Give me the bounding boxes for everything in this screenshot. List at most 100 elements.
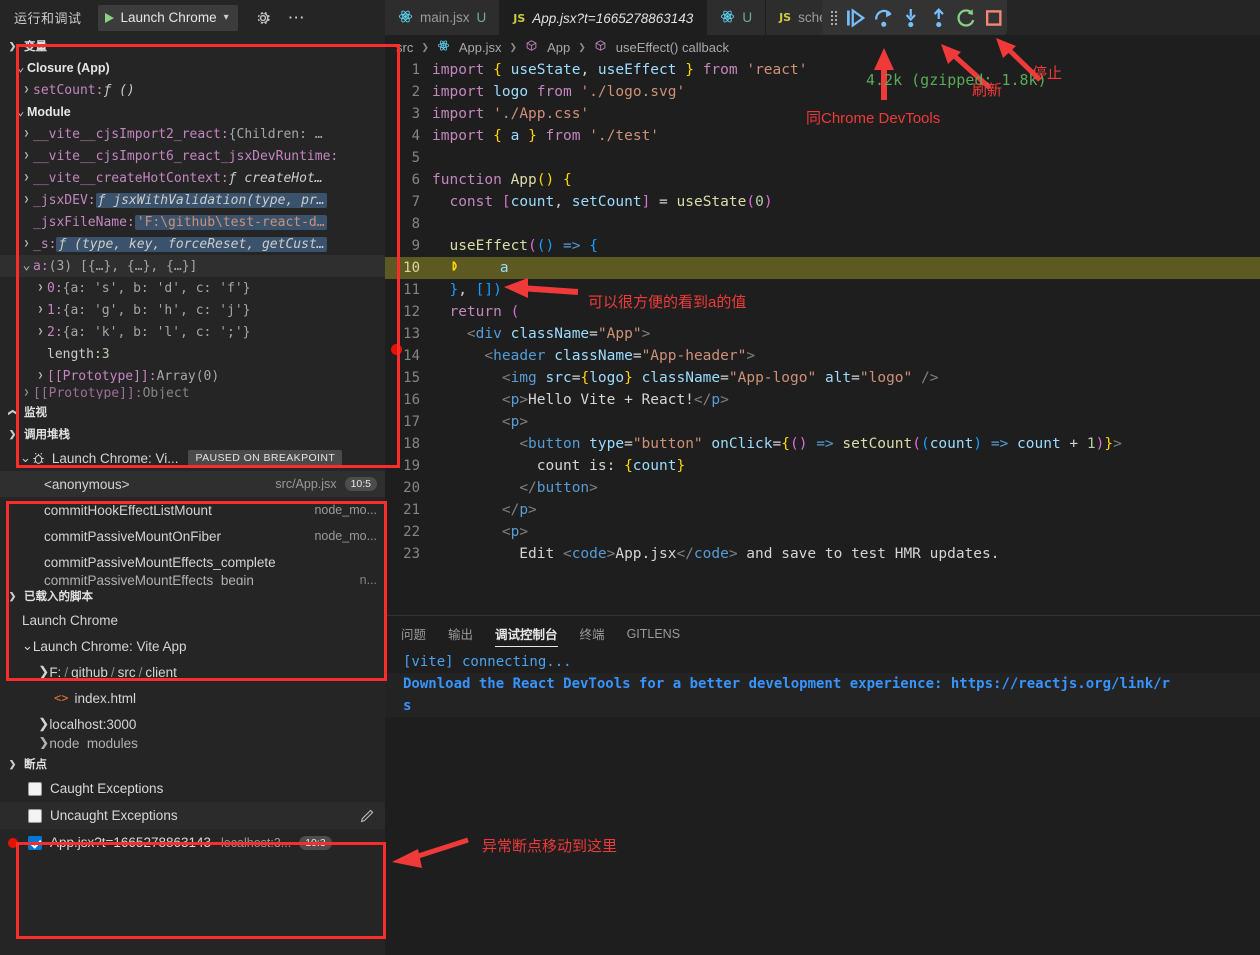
chevron-right-icon[interactable]: ❯ (34, 305, 47, 315)
code-line[interactable]: 13 <div className="App"> (385, 323, 1260, 345)
callstack-frame[interactable]: <anonymous> src/App.jsx 10:5 (0, 471, 385, 497)
code-line[interactable]: 7 const [count, setCount] = useState(0) (385, 191, 1260, 213)
editor-tab[interactable]: U (707, 0, 767, 35)
variable-row[interactable]: ❯ _s: ƒ (type, key, forceReset, getCust… (0, 233, 385, 255)
code-line[interactable]: 12 return ( (385, 301, 1260, 323)
variable-row[interactable]: ❯ __vite__cjsImport6_react_jsxDevRuntime: (0, 145, 385, 167)
panel-tab[interactable]: GITLENS (627, 616, 681, 651)
chevron-right-icon[interactable]: ❯ (20, 129, 33, 139)
code-line[interactable]: 5 (385, 147, 1260, 169)
code-line[interactable]: 8 (385, 213, 1260, 235)
chevron-right-icon[interactable]: ❯ (38, 664, 49, 680)
section-loadedscripts-header[interactable]: ❯ 已载入的脚本 (0, 585, 385, 607)
code-line[interactable]: 19 count is: {count} (385, 455, 1260, 477)
variable-row[interactable]: ❯ 0: {a: 's', b: 'd', c: 'f'} (0, 277, 385, 299)
chevron-down-icon[interactable]: ⌄ (20, 259, 33, 272)
chevron-right-icon[interactable]: ❯ (20, 85, 33, 95)
step-over-icon[interactable] (870, 6, 898, 30)
chevron-down-icon[interactable]: ▾ (224, 12, 229, 23)
callstack-frame[interactable]: commitPassiveMountEffects_complete (0, 549, 385, 575)
section-callstack-header[interactable]: ❯ 调用堆栈 (0, 423, 385, 445)
gear-icon[interactable] (254, 9, 272, 27)
chevron-down-icon[interactable]: ⌄ (22, 639, 33, 652)
restart-icon[interactable] (952, 6, 980, 30)
panel-tab[interactable]: 终端 (580, 616, 605, 651)
grip-handle-icon[interactable] (826, 10, 842, 25)
continue-icon[interactable] (842, 6, 870, 30)
section-watch-header[interactable]: ❯ 监视 (0, 401, 385, 423)
code-line[interactable]: 21 </p> (385, 499, 1260, 521)
callstack-frame[interactable]: commitPassiveMountEffects_begin n... (0, 575, 385, 585)
chevron-right-icon[interactable]: ❯ (20, 151, 33, 161)
breakpoint-checkbox[interactable] (28, 781, 42, 796)
editor-tab[interactable]: JS App.jsx?t=1665278863143 (500, 0, 708, 35)
chevron-right-icon[interactable]: ❯ (34, 283, 47, 293)
launch-config-dropdown[interactable]: Launch Chrome ▾ (97, 4, 238, 31)
breakpoint-checkbox[interactable] (28, 808, 42, 823)
chevron-right-icon[interactable]: ❯ (34, 327, 47, 337)
code-line[interactable]: 1 import { useState, useEffect } from 're… (385, 59, 1260, 81)
section-breakpoints-header[interactable]: ❯ 断点 (0, 753, 385, 775)
ellipsis-icon[interactable]: ⋯ (288, 9, 306, 26)
variable-row[interactable]: ❯ _jsxDEV: ƒ jsxWithValidation(type, pr… (0, 189, 385, 211)
breakpoint-row[interactable]: Caught Exceptions (0, 775, 385, 802)
breakpoint-checkbox[interactable] (28, 835, 42, 850)
panel-tab[interactable]: 输出 (448, 616, 473, 651)
editor-tab[interactable]: main.jsx U (385, 0, 501, 35)
code-line[interactable]: 2 import logo from './logo.svg' (385, 81, 1260, 103)
breadcrumb-item[interactable]: App (547, 40, 570, 55)
variable-row[interactable]: ⌄ a: (3) [{…}, {…}, {…}] (0, 255, 385, 277)
variable-row[interactable]: ❯ 1: {a: 'g', b: 'h', c: 'j'} (0, 299, 385, 321)
panel-tab[interactable]: 问题 (401, 616, 426, 651)
chevron-right-icon[interactable]: ❯ (38, 737, 49, 749)
code-line[interactable]: 15 <img src={logo} className="App-logo" … (385, 367, 1260, 389)
loaded-script-item[interactable]: Launch Chrome (0, 607, 385, 633)
code-line[interactable]: 11 }, []) (385, 279, 1260, 301)
callstack-frame[interactable]: commitPassiveMountOnFiber node_mo... (0, 523, 385, 549)
stop-icon[interactable] (980, 6, 1008, 30)
variable-row[interactable]: length: 3 (0, 343, 385, 365)
code-line[interactable]: 17 <p> (385, 411, 1260, 433)
editor-breakpoint-icon[interactable] (391, 344, 402, 355)
loaded-script-item[interactable]: ❯ F: / github / src / client (0, 659, 385, 685)
loaded-script-item[interactable]: ⌄ Launch Chrome: Vite App (0, 633, 385, 659)
breadcrumb-item[interactable]: useEffect() callback (616, 40, 729, 55)
callstack-frame[interactable]: commitHookEffectListMount node_mo... (0, 497, 385, 523)
variable-row[interactable]: _jsxFileName: 'F:\github\test-react-d… (0, 211, 385, 233)
chevron-down-icon[interactable]: ⌄ (14, 61, 27, 74)
step-into-icon[interactable] (897, 6, 925, 30)
chevron-down-icon[interactable]: ⌄ (14, 105, 27, 118)
code-editor[interactable]: 1 import { useState, useEffect } from 're… (385, 59, 1260, 615)
code-line[interactable]: 9 useEffect(() => { (385, 235, 1260, 257)
panel-tab[interactable]: 调试控制台 (495, 616, 558, 651)
chevron-right-icon[interactable]: ❯ (38, 716, 49, 732)
chevron-right-icon[interactable]: ❯ (34, 371, 47, 381)
callstack-session[interactable]: ⌄ Launch Chrome: Vi... PAUSED ON BREAKPOIN… (0, 445, 385, 471)
code-line[interactable]: 22 <p> (385, 521, 1260, 543)
breakpoint-row[interactable]: Uncaught Exceptions (0, 802, 385, 829)
variable-row[interactable]: ❯ setCount: ƒ () (0, 79, 385, 101)
edit-pencil-icon[interactable] (359, 808, 375, 824)
breadcrumb-item[interactable]: App.jsx (459, 40, 502, 55)
code-line[interactable]: 14 <header className="App-header"> (385, 345, 1260, 367)
section-variables-header[interactable]: ❯ 变量 (0, 35, 385, 57)
chevron-right-icon[interactable]: ❯ (20, 173, 33, 183)
play-icon[interactable] (104, 12, 114, 23)
code-line[interactable]: 4 import { a } from './test' (385, 125, 1260, 147)
code-line[interactable]: 6 function App() { (385, 169, 1260, 191)
code-line[interactable]: 23 Edit <code>App.jsx</code> and save to… (385, 543, 1260, 565)
breadcrumb-item[interactable]: src (396, 40, 413, 55)
variable-group[interactable]: ⌄ Module (0, 101, 385, 123)
code-line[interactable]: 18 <button type="button" onClick={() => … (385, 433, 1260, 455)
loaded-script-item[interactable]: <> index.html (0, 685, 385, 711)
code-line[interactable]: 16 <p>Hello Vite + React!</p> (385, 389, 1260, 411)
variable-group[interactable]: ⌄ Closure (App) (0, 57, 385, 79)
chevron-right-icon[interactable]: ❯ (20, 195, 33, 205)
breakpoint-row[interactable]: App.jsx?t=1665278863143 localhost:3... 10:… (0, 829, 385, 856)
code-line[interactable]: 20 </button> (385, 477, 1260, 499)
code-line[interactable]: 10 a (385, 257, 1260, 279)
loaded-script-item[interactable]: ❯ localhost:3000 (0, 711, 385, 737)
variable-row[interactable]: ❯ __vite__cjsImport2_react: {Children: … (0, 123, 385, 145)
chevron-down-icon[interactable]: ⌄ (20, 451, 31, 464)
variable-row[interactable]: ❯ [[Prototype]]: Array(0) (0, 365, 385, 387)
